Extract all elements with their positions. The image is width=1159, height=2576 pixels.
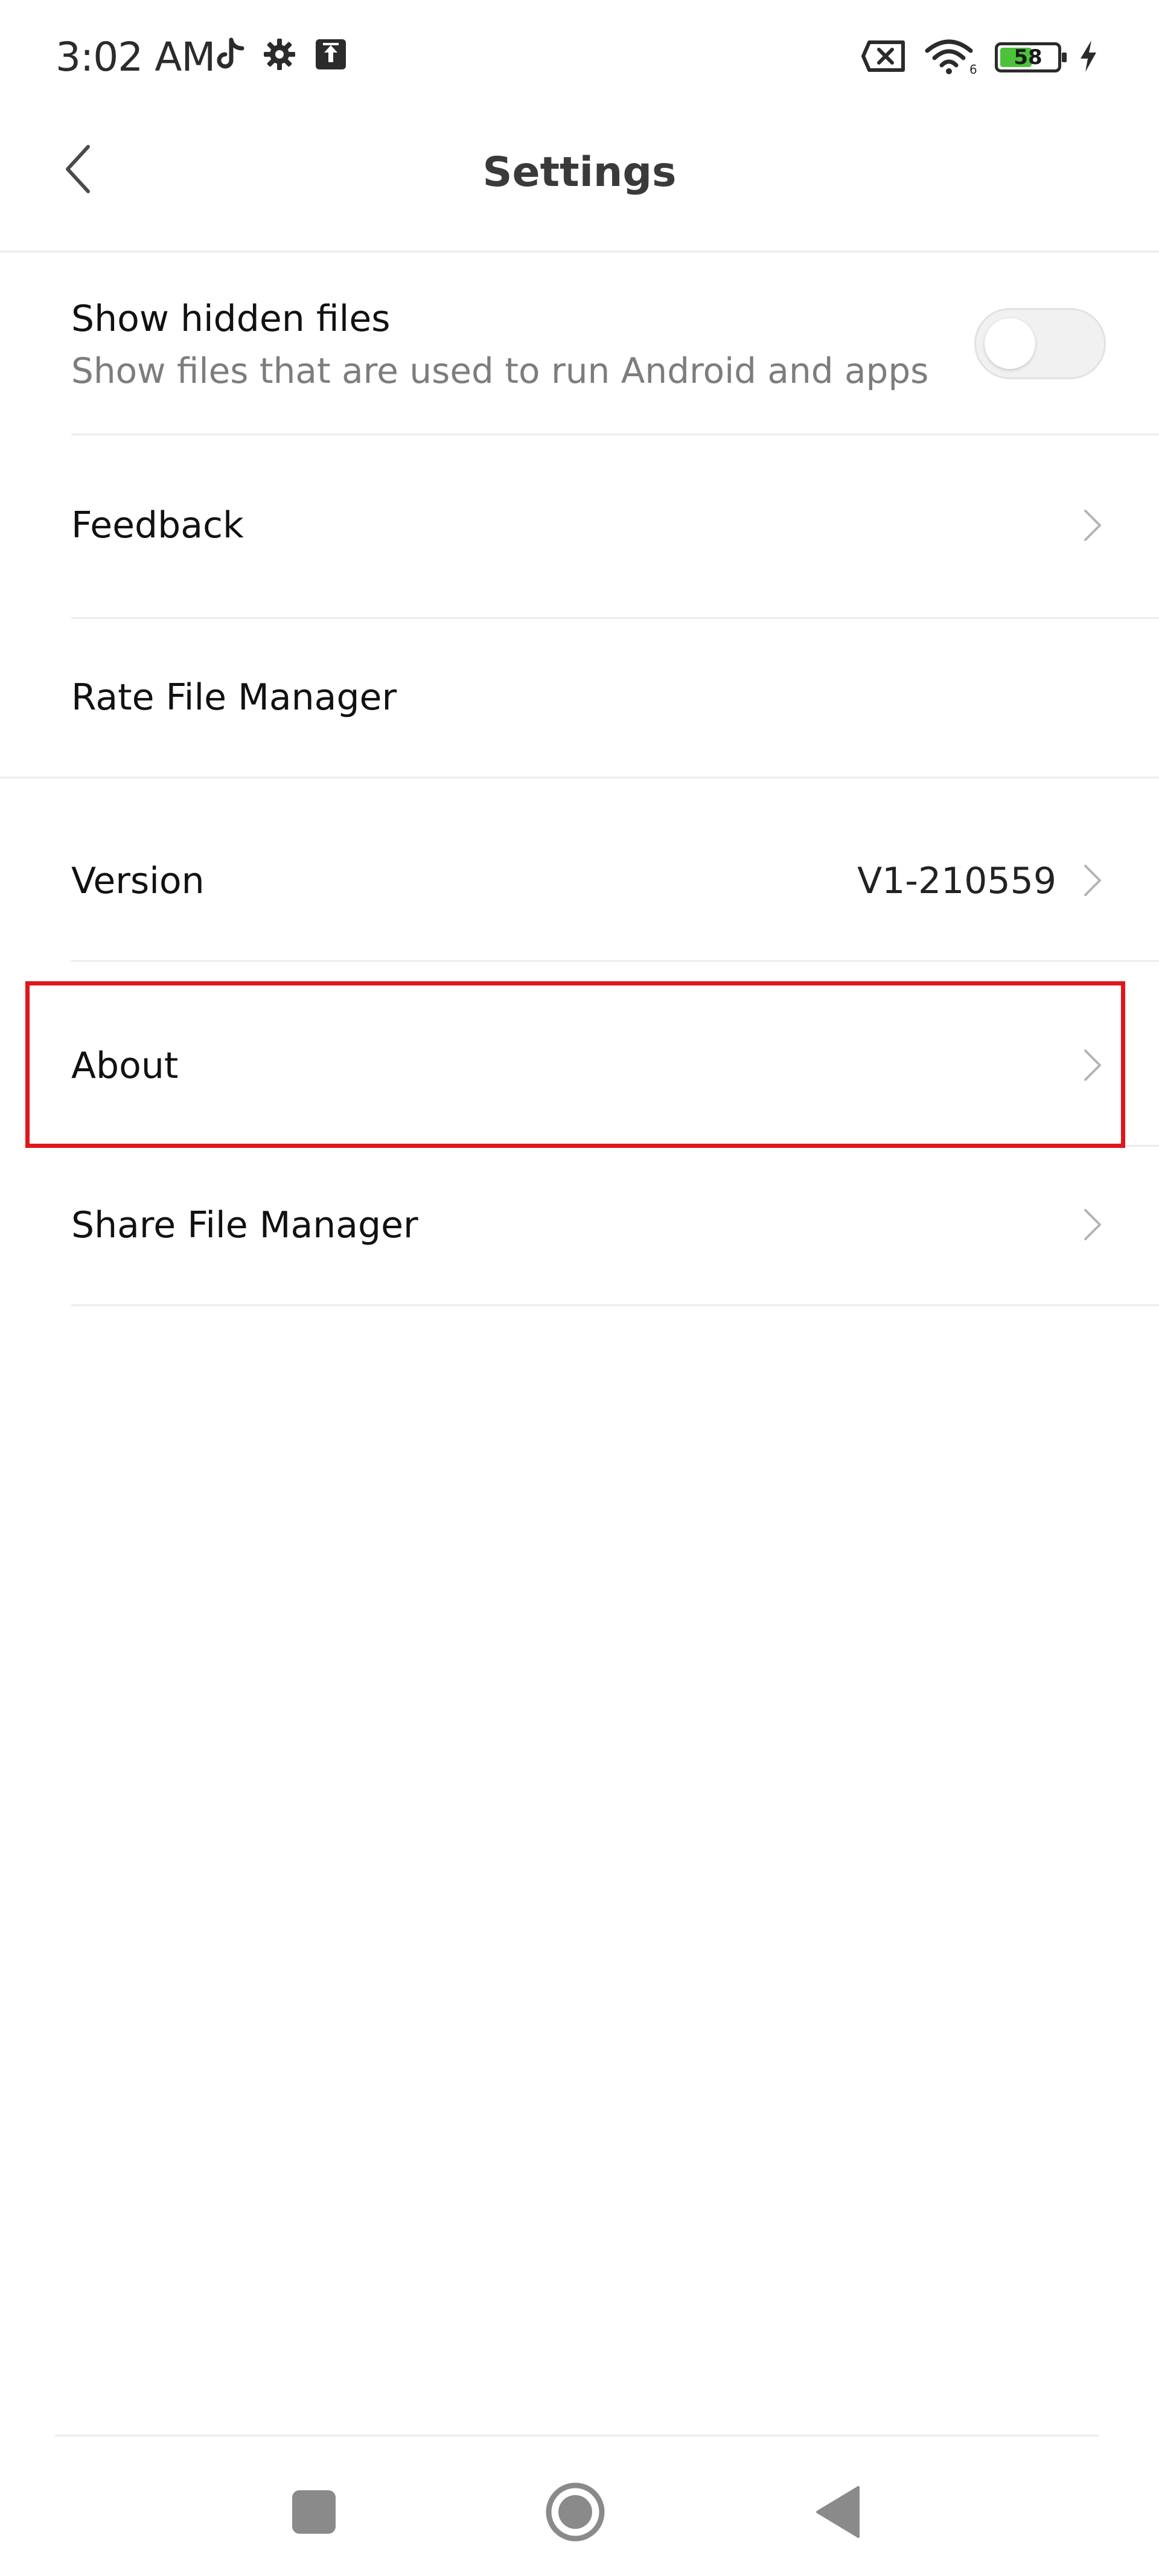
chevron-right-icon <box>1084 1209 1101 1240</box>
tiktok-icon <box>214 37 244 71</box>
status-left-icons <box>214 37 347 71</box>
setting-about[interactable]: About <box>0 961 1159 1145</box>
setting-subtitle: Show files that are used to run Android … <box>71 350 929 391</box>
chevron-right-icon <box>1084 510 1101 541</box>
setting-label: Version <box>71 860 205 902</box>
toggle-knob <box>985 318 1035 369</box>
navigation-bar <box>0 2437 1159 2576</box>
setting-version[interactable]: Version V1-210559 <box>0 778 1159 960</box>
svg-text:6: 6 <box>969 62 977 75</box>
home-button[interactable] <box>542 2479 608 2545</box>
recents-square-icon <box>292 2490 336 2534</box>
battery-level: 58 <box>1014 45 1042 69</box>
chevron-right-icon <box>1084 865 1101 896</box>
sim-disabled-icon <box>861 40 907 75</box>
status-time: 3:02 AM <box>56 34 216 80</box>
page-title: Settings <box>482 149 677 196</box>
setting-label: About <box>71 1045 179 1087</box>
charging-icon <box>1078 39 1099 75</box>
status-right-icons: 6 58 <box>861 37 1099 77</box>
divider <box>71 1304 1159 1306</box>
home-circle-icon <box>546 2482 605 2542</box>
header: Settings <box>0 121 1159 252</box>
setting-label: Feedback <box>71 504 244 546</box>
upload-icon <box>314 38 347 71</box>
setting-feedback[interactable]: Feedback <box>0 435 1159 617</box>
wifi-icon: 6 <box>924 37 978 77</box>
setting-label: Share File Manager <box>71 1204 418 1246</box>
battery-icon: 58 <box>995 42 1067 72</box>
battery-nub <box>1062 53 1067 62</box>
setting-label: Show hidden files <box>71 298 391 340</box>
nav-back-button[interactable] <box>805 2479 871 2545</box>
gear-icon <box>263 37 296 71</box>
setting-label: Rate File Manager <box>71 676 397 719</box>
setting-rate-file-manager[interactable]: Rate File Manager <box>0 618 1159 777</box>
status-bar: 3:02 AM 6 58 <box>0 0 1159 121</box>
chevron-right-icon <box>1084 1049 1101 1081</box>
recents-button[interactable] <box>281 2479 347 2545</box>
hidden-files-toggle[interactable] <box>974 308 1106 379</box>
back-triangle-icon <box>816 2486 860 2538</box>
version-value: V1-210559 <box>857 860 1056 902</box>
setting-share-file-manager[interactable]: Share File Manager <box>0 1146 1159 1304</box>
